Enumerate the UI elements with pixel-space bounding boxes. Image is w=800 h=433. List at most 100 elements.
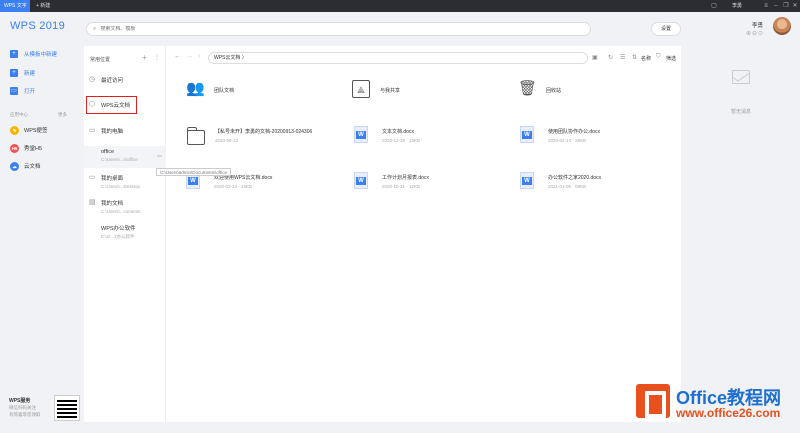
tab-new[interactable]: + 新建 (36, 0, 50, 12)
file-name: 工作计划月报表.docx (382, 175, 429, 181)
office26-logo (636, 384, 670, 418)
folder-icon (186, 127, 205, 145)
restore-icon[interactable]: ❐ (782, 2, 790, 10)
file-meta: 2020-10-21 · 12KB (382, 184, 421, 189)
word-doc-icon (520, 126, 534, 143)
search-box[interactable]: ⌕ (86, 22, 591, 36)
app-label: WPS便签 (24, 128, 48, 134)
notes-icon: ✎ (10, 125, 19, 135)
file-meta: 2020-12-28 · 13KB (382, 138, 421, 143)
file-name: 回收站 (546, 88, 562, 94)
open-label: 打开 (24, 89, 36, 95)
window-mode-icon[interactable]: ▢ (710, 2, 718, 10)
open-folder-icon: ▭ (10, 87, 18, 95)
refresh-icon[interactable]: ↻ (608, 54, 613, 61)
file-meta: 2020-09-13 (215, 138, 239, 143)
apps-more-link[interactable]: 更多 (58, 112, 67, 118)
file-name: 【私号未开】李勇的文档-20200913-024306 (215, 129, 313, 135)
file-item[interactable]: 使用团队协作办公.docx 2020-02-14 · 28KB (518, 126, 600, 143)
app-wps-notes[interactable]: ✎ WPS便签 (10, 124, 48, 136)
app-label: 秀堂H5 (24, 146, 43, 152)
file-item[interactable]: 文本文档.docx 2020-12-28 · 13KB (352, 126, 420, 143)
list-view-icon[interactable]: ☰ (620, 54, 625, 61)
location-wps-cloud[interactable]: ⬡ WPS云文档 (89, 101, 130, 109)
forward-icon[interactable]: → (186, 53, 193, 60)
tab-wps-writer[interactable]: WPS 文字 (0, 0, 30, 12)
app-h5[interactable]: H5 秀堂H5 (10, 142, 42, 154)
up-icon[interactable]: › (198, 53, 200, 60)
menu-icon[interactable]: ≡ (762, 2, 770, 10)
breadcrumb[interactable]: WPS云文档 〉 (208, 52, 588, 64)
qr-code (54, 395, 80, 421)
word-doc-icon (354, 172, 368, 189)
avatar[interactable] (773, 17, 791, 35)
location-desktop[interactable]: ▭ 我的桌面 C:\Users\...Desktop (89, 174, 140, 189)
no-messages-text: 暂无消息 (731, 109, 752, 115)
location-office[interactable]: ▭ office C:\Users\...s\office (89, 149, 138, 162)
new-from-template-button[interactable]: + 从模板中新建 (10, 48, 57, 60)
file-item[interactable]: 办公软件之家2020.docx 2021-01-05 · 09KB (518, 172, 601, 189)
file-item[interactable]: 工作计划月报表.docx 2020-10-21 · 12KB (352, 172, 429, 189)
locations-header: 常用位置 (90, 57, 111, 63)
close-icon[interactable]: ✕ (791, 2, 799, 10)
service-sub: 微信扫码关注 (9, 405, 36, 410)
new-icon: + (10, 69, 18, 77)
breadcrumb-text: WPS云文档 〉 (214, 55, 247, 61)
minimize-icon[interactable]: – (772, 2, 780, 10)
filter-icon[interactable]: ⛉ (656, 54, 661, 61)
word-doc-icon (354, 126, 368, 143)
add-location-icon[interactable]: + (142, 53, 147, 62)
back-icon[interactable]: ← (174, 53, 181, 60)
location-recent[interactable]: ◷ 最近访问 (89, 76, 123, 84)
folder-recycle-bin[interactable]: 🗑 回收站 (518, 80, 561, 98)
location-path: C:\Users\...s\office (101, 157, 138, 162)
location-label: WPS云文档 (101, 103, 131, 109)
shared-folder-icon: ⟁ (352, 80, 370, 98)
file-name: 与我共享 (380, 88, 401, 94)
filter-label[interactable]: 筛选 (666, 55, 676, 62)
file-item[interactable]: 【私号未开】李勇的文档-20200913-024306 2020-09-13 (186, 127, 313, 145)
unpin-icon[interactable]: ⇦ (157, 153, 162, 160)
files-panel (166, 46, 681, 422)
app-cloud-docs[interactable]: ☁ 云文档 (10, 160, 41, 172)
location-label: WPS办公软件 (101, 226, 136, 232)
trash-icon: 🗑 (518, 80, 538, 97)
sort-label[interactable]: 名称 (641, 55, 651, 62)
title-bar (0, 0, 800, 12)
file-name: 办公软件之家2020.docx (548, 175, 602, 181)
user-name[interactable]: 李勇 (752, 21, 763, 29)
team-icon: 👥 (186, 80, 205, 97)
file-meta: 2020-02-14 · 28KB (548, 138, 587, 143)
location-path: E:\2\...3办公软件 (101, 234, 135, 239)
new-from-template-label: 从模板中新建 (24, 52, 58, 58)
file-meta: 2020-02-14 · 15KB (214, 184, 253, 189)
file-meta: 2021-01-05 · 09KB (548, 184, 587, 189)
location-label: 我的电脑 (101, 129, 124, 135)
computer-icon: ▭ (89, 127, 96, 134)
location-my-computer[interactable]: ▭ 我的电脑 (89, 127, 123, 135)
search-input[interactable] (100, 26, 401, 32)
open-button[interactable]: ▭ 打开 (10, 85, 35, 97)
desktop-icon: ▭ (89, 174, 96, 181)
service-sub: 有惊喜等您领取 (9, 412, 41, 417)
location-my-documents[interactable]: ▤ 我的文档 C:\Users\...cuments (89, 199, 141, 214)
cloud-icon: ⬡ (89, 101, 96, 108)
view-toggle-icon[interactable]: ▣ (592, 54, 598, 61)
new-button[interactable]: + 新建 (10, 67, 35, 79)
settings-button[interactable]: 设置 (651, 22, 681, 36)
titlebar-user[interactable]: 李勇 (732, 0, 742, 12)
h5-icon: H5 (10, 143, 19, 153)
more-icon[interactable]: ⋮ (154, 54, 160, 61)
sort-icon[interactable]: ⇅ (632, 54, 637, 61)
new-label: 新建 (24, 71, 36, 77)
app-logo: WPS 2019 (10, 20, 65, 32)
folder-team-docs[interactable]: 👥 团队文档 (186, 80, 234, 98)
location-wps-office-software[interactable]: ▭ WPS办公软件 E:\2\...3办公软件 (89, 224, 136, 240)
file-name: 使用团队协作办公.docx (548, 129, 600, 135)
location-path: C:\Users\...Desktop (101, 184, 141, 189)
search-icon: ⌕ (93, 25, 97, 32)
documents-icon: ▤ (89, 199, 96, 206)
folder-shared-with-me[interactable]: ⟁ 与我共享 (352, 80, 400, 98)
user-status-icons[interactable]: ⊕⊖⊙ (746, 30, 764, 37)
app-label: 云文档 (24, 164, 41, 170)
